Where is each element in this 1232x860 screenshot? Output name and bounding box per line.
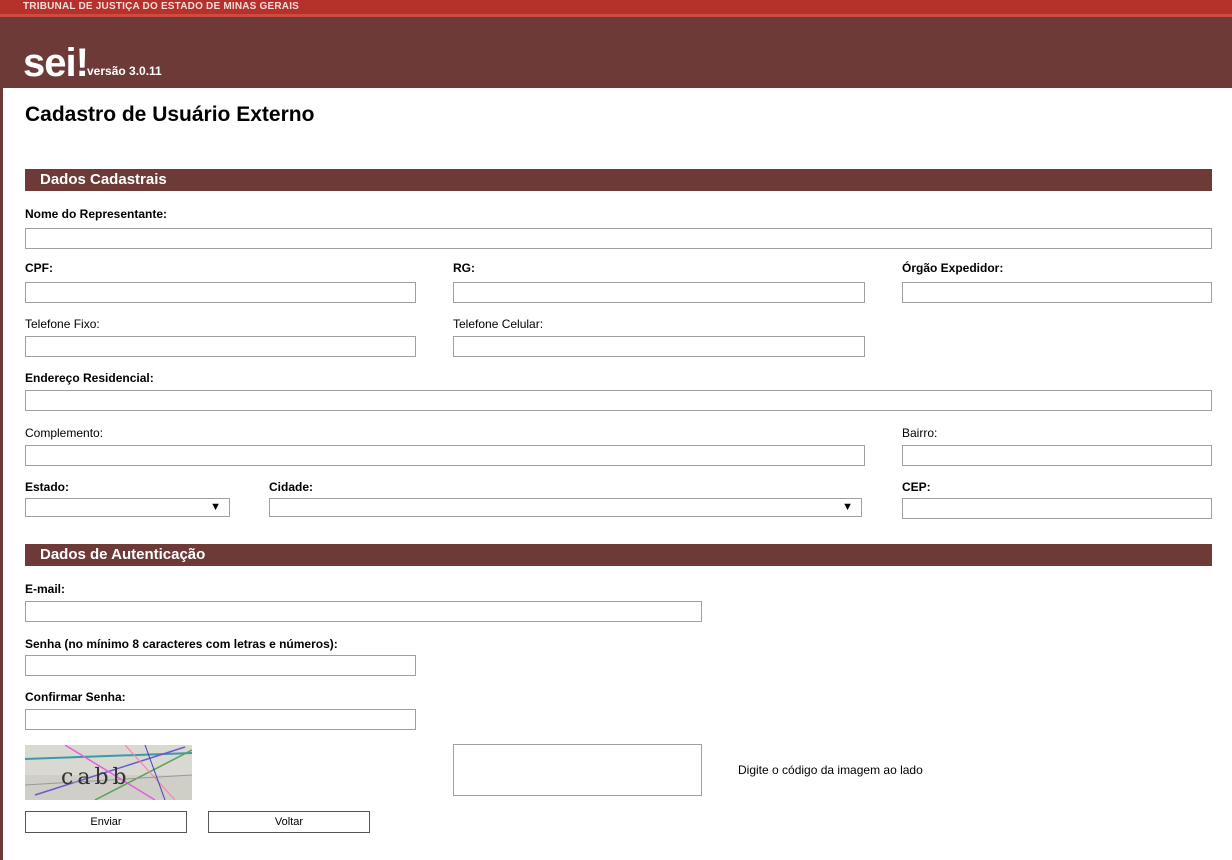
page-title: Cadastro de Usuário Externo: [25, 103, 315, 126]
label-endereco: Endereço Residencial:: [25, 371, 154, 385]
nome-input[interactable]: [25, 228, 1212, 249]
label-senha: Senha (no mínimo 8 caracteres com letras…: [25, 637, 338, 651]
label-cidade: Cidade:: [269, 480, 314, 494]
enviar-button[interactable]: Enviar: [25, 811, 187, 833]
cep-input[interactable]: [902, 498, 1212, 519]
label-orgao: Órgão Expedidor:: [902, 261, 1004, 275]
org-name: TRIBUNAL DE JUSTIÇA DO ESTADO DE MINAS G…: [23, 1, 300, 12]
dropdown-arrow-icon: ▼: [842, 501, 853, 513]
left-border: [0, 88, 3, 860]
captcha-image: cabb: [25, 745, 192, 800]
section-title: Dados Cadastrais: [40, 171, 167, 188]
captcha-instruction: Digite o código da imagem ao lado: [738, 763, 923, 777]
label-telefone-fixo: Telefone Fixo:: [25, 317, 100, 331]
label-nome: Nome do Representante:: [25, 207, 168, 221]
label-cpf: CPF:: [25, 261, 53, 275]
logo-text: sei: [23, 41, 77, 85]
captcha-code-input[interactable]: [453, 744, 702, 796]
label-bairro: Bairro:: [902, 426, 938, 440]
rg-input[interactable]: [453, 282, 865, 303]
confirmar-senha-input[interactable]: [25, 709, 416, 730]
telefone-celular-input[interactable]: [453, 336, 865, 357]
label-telefone-celular: Telefone Celular:: [453, 317, 544, 331]
cidade-select[interactable]: ▼: [269, 498, 862, 517]
voltar-button[interactable]: Voltar: [208, 811, 370, 833]
telefone-fixo-input[interactable]: [25, 336, 416, 357]
sei-logo: sei!: [23, 41, 89, 85]
endereco-input[interactable]: [25, 390, 1212, 411]
section-header-autenticacao: Dados de Autenticação: [25, 544, 1212, 566]
label-rg: RG:: [453, 261, 475, 275]
section-title: Dados de Autenticação: [40, 546, 206, 563]
cpf-input[interactable]: [25, 282, 416, 303]
version-label: versão 3.0.11: [87, 64, 162, 78]
dropdown-arrow-icon: ▼: [210, 501, 221, 513]
label-estado: Estado:: [25, 480, 70, 494]
captcha-text: cabb: [61, 765, 131, 790]
label-cep: CEP:: [902, 480, 931, 494]
senha-input[interactable]: [25, 655, 416, 676]
label-confirmar-senha: Confirmar Senha:: [25, 690, 126, 704]
section-header-cadastrais: Dados Cadastrais: [25, 169, 1212, 191]
complemento-input[interactable]: [25, 445, 865, 466]
label-complemento: Complemento:: [25, 426, 104, 440]
orgao-expedidor-input[interactable]: [902, 282, 1212, 303]
email-input[interactable]: [25, 601, 702, 622]
bairro-input[interactable]: [902, 445, 1212, 466]
label-email: E-mail:: [25, 582, 66, 596]
logo-bang: !: [75, 41, 89, 85]
estado-select[interactable]: ▼: [25, 498, 230, 517]
